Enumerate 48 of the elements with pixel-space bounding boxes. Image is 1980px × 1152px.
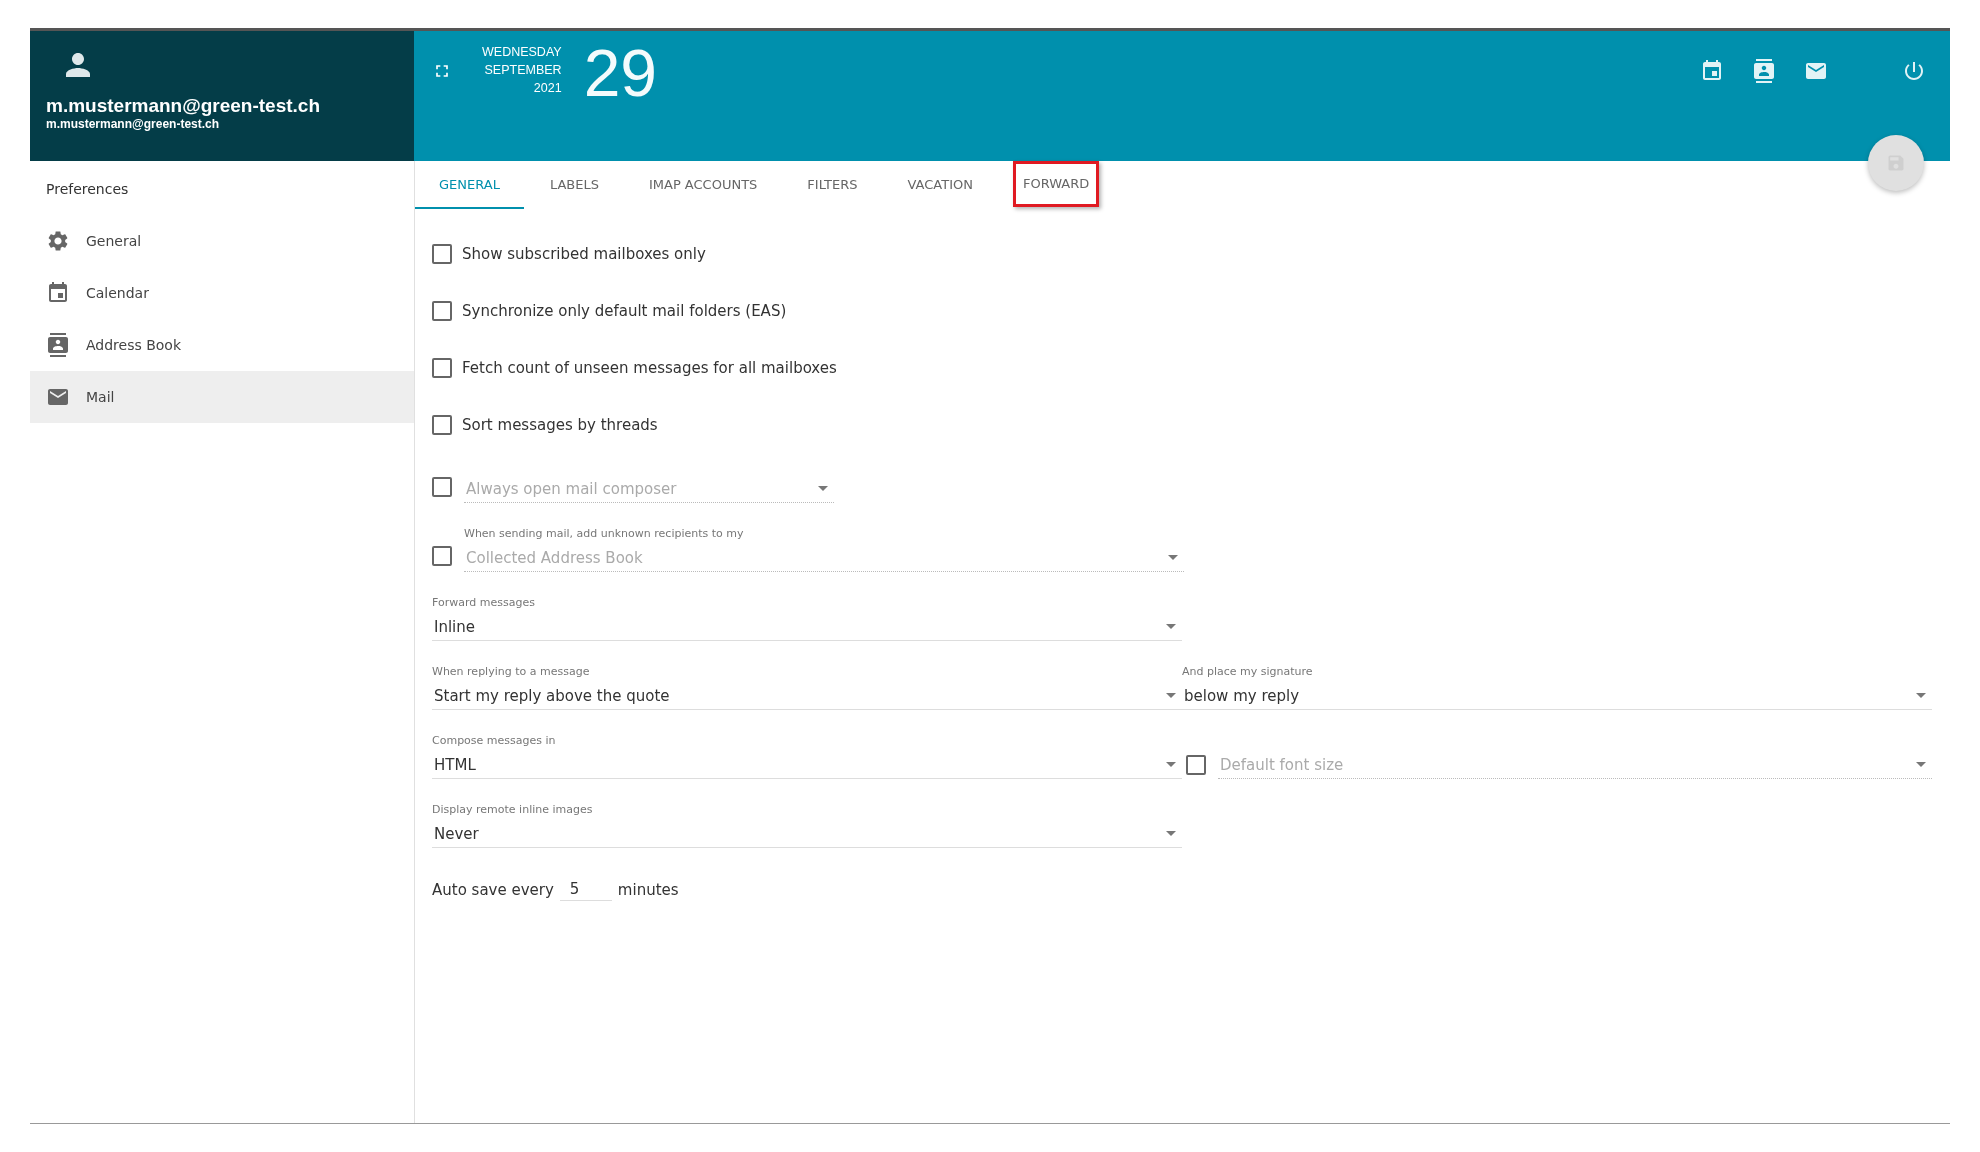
tab[interactable]: FORWARD <box>1013 161 1100 207</box>
field-label: And place my signature <box>1182 665 1314 678</box>
checkbox[interactable] <box>432 243 452 264</box>
tab[interactable]: GENERAL <box>415 161 524 209</box>
checkbox-label: Sort messages by threads <box>462 415 658 434</box>
sidebar-title: Preferences <box>45 180 130 199</box>
field-label: When replying to a message <box>432 665 591 678</box>
gear-icon <box>46 229 70 253</box>
power-icon[interactable] <box>1902 59 1926 83</box>
checkbox-label: Synchronize only default mail folders (EAS) <box>462 301 787 320</box>
autosave-label: Auto save every <box>432 880 554 899</box>
user-name: m.mustermann@green-test.ch <box>46 95 321 117</box>
save-button[interactable] <box>1868 135 1924 191</box>
sidebar-item[interactable]: Address Book <box>30 319 414 371</box>
select-field[interactable]: Never <box>432 820 1182 848</box>
checkbox[interactable] <box>432 414 452 435</box>
field-label: Compose messages in <box>432 734 557 747</box>
field-label: Display remote inline images <box>432 803 594 816</box>
weekday: WEDNESDAY <box>482 44 562 61</box>
user-email: m.mustermann@green-test.ch <box>46 117 220 131</box>
checkbox[interactable] <box>432 300 452 321</box>
sidebar-item[interactable]: General <box>30 215 414 267</box>
day-number: 29 <box>583 43 658 103</box>
select-field[interactable]: below my reply <box>1182 682 1932 710</box>
sidebar-item[interactable]: Calendar <box>30 267 414 319</box>
checkbox-label: Fetch count of unseen messages for all mailboxes <box>462 358 837 377</box>
checkbox[interactable] <box>432 546 452 566</box>
tab[interactable]: LABELS <box>525 161 623 209</box>
tab[interactable]: FILTERS <box>783 161 882 209</box>
sidebar-item[interactable]: Mail <box>30 371 414 423</box>
field-caption: When sending mail, add unknown recipients to my <box>464 527 745 540</box>
select-field[interactable]: HTML <box>432 751 1182 779</box>
year: 2021 <box>533 80 562 97</box>
select-field[interactable]: Inline <box>432 613 1182 641</box>
checkbox[interactable] <box>432 357 452 378</box>
checkbox[interactable] <box>432 477 452 497</box>
calendar-icon <box>46 281 70 305</box>
contact-card-icon[interactable] <box>1752 59 1776 83</box>
minutes-label: minutes <box>617 880 679 899</box>
tab[interactable]: IMAP ACCOUNTS <box>624 161 782 209</box>
checkbox-label: Show subscribed mailboxes only <box>462 244 706 263</box>
month: SEPTEMBER <box>484 62 562 79</box>
calendar-icon[interactable] <box>1700 59 1724 83</box>
checkbox[interactable] <box>1186 755 1206 775</box>
field-label: Forward messages <box>432 596 536 609</box>
contact-card-icon <box>46 333 70 357</box>
select-field[interactable]: Start my reply above the quote <box>432 682 1182 710</box>
tab[interactable]: VACATION <box>883 161 997 209</box>
